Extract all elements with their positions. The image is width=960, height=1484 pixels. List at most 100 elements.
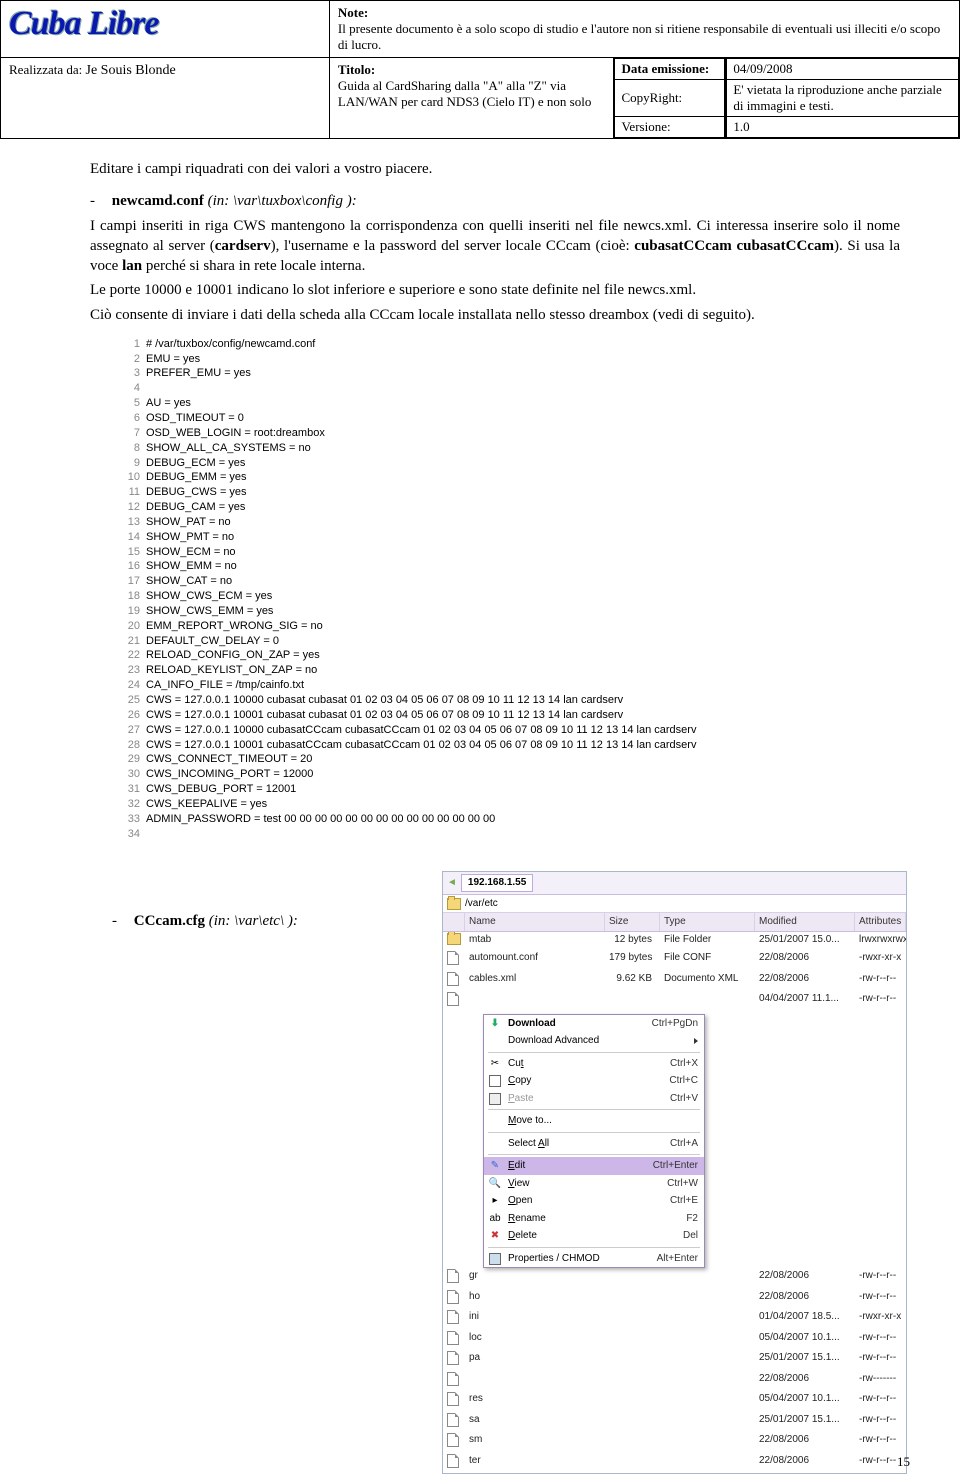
col-size[interactable]: Size xyxy=(605,913,660,931)
file-modified: 22/08/2006 xyxy=(755,1268,855,1289)
menu-shortcut: F2 xyxy=(686,1212,698,1226)
file-size: 9.62 KB xyxy=(605,971,660,992)
file-type: File Folder xyxy=(660,932,755,951)
file-attr: -rw-r--r-- xyxy=(855,1412,906,1433)
file-icon xyxy=(447,1290,459,1304)
menu-item[interactable]: ✂CutCtrl+X xyxy=(484,1055,704,1073)
address-value[interactable]: 192.168.1.55 xyxy=(461,874,533,892)
file-list[interactable]: mtab12 bytesFile Folder25/01/2007 15.0..… xyxy=(443,932,906,1474)
file-modified: 25/01/2007 15.1... xyxy=(755,1350,855,1371)
file-row[interactable]: ter22/08/2006-rw-r--r-- xyxy=(443,1453,906,1474)
file-row[interactable]: 22/08/2006-rw------- xyxy=(443,1371,906,1392)
menu-icon: ✎ xyxy=(488,1159,502,1173)
file-row[interactable]: mtab12 bytesFile Folder25/01/2007 15.0..… xyxy=(443,932,906,951)
col-attributes[interactable]: Attributes xyxy=(855,913,906,931)
data-value: 04/09/2008 xyxy=(733,61,792,76)
menu-shortcut: Ctrl+V xyxy=(670,1092,698,1106)
menu-item[interactable]: Select AllCtrl+A xyxy=(484,1135,704,1153)
file-row[interactable]: ini01/04/2007 18.5...-rwxr-xr-x xyxy=(443,1309,906,1330)
address-bar[interactable]: ◄ 192.168.1.55 xyxy=(443,872,906,895)
menu-item[interactable]: Download Advanced xyxy=(484,1032,704,1050)
file-name: sa xyxy=(465,1412,605,1433)
file-attr: -rwxr-xr-x xyxy=(855,950,906,971)
file-row[interactable]: gr22/08/2006-rw-r--r-- xyxy=(443,1268,906,1289)
col-type[interactable]: Type xyxy=(660,913,755,931)
file-row[interactable]: ho22/08/2006-rw-r--r-- xyxy=(443,1289,906,1310)
col-modified[interactable]: Modified xyxy=(755,913,855,931)
menu-label: Properties / CHMOD xyxy=(508,1252,651,1266)
file-icon xyxy=(447,1351,459,1365)
menu-item[interactable]: CopyCtrl+C xyxy=(484,1072,704,1090)
menu-separator xyxy=(488,1109,700,1110)
menu-shortcut: Ctrl+PgDn xyxy=(652,1017,698,1031)
menu-item[interactable]: 🔍ViewCtrl+W xyxy=(484,1175,704,1193)
file-name xyxy=(465,1371,605,1392)
file-name: mtab xyxy=(465,932,605,951)
file-browser[interactable]: ◄ 192.168.1.55 /var/etc Name Size Type M… xyxy=(442,871,907,1474)
file-list-header[interactable]: Name Size Type Modified Attributes xyxy=(443,913,906,932)
col-icon[interactable] xyxy=(443,913,465,931)
file-type xyxy=(660,1453,755,1474)
file-name: loc xyxy=(465,1330,605,1351)
file-size xyxy=(605,1350,660,1371)
ccam-title: CCcam.cfg xyxy=(134,913,205,929)
file-name: sm xyxy=(465,1432,605,1453)
file-attr: -rwxr-xr-x xyxy=(855,1309,906,1330)
context-menu[interactable]: ⬇ Download Ctrl+PgDnDownload Advanced ✂CutC… xyxy=(483,1014,705,1269)
file-attr: -rw-r--r-- xyxy=(855,1391,906,1412)
file-modified: 05/04/2007 10.1... xyxy=(755,1391,855,1412)
file-attr: -rw------- xyxy=(855,1371,906,1392)
file-row[interactable]: cables.xml9.62 KBDocumento XML22/08/2006… xyxy=(443,971,906,992)
file-row[interactable]: automount.conf179 bytesFile CONF22/08/20… xyxy=(443,950,906,971)
menu-label: Download xyxy=(508,1017,646,1031)
menu-item[interactable]: abRenameF2 xyxy=(484,1210,704,1228)
logo-text: Cuba Libre xyxy=(9,5,159,42)
back-icon[interactable]: ◄ xyxy=(447,876,457,890)
menu-item[interactable]: ▸OpenCtrl+E xyxy=(484,1192,704,1210)
col-name[interactable]: Name xyxy=(465,913,605,931)
file-row[interactable]: 04/04/2007 11.1...-rw-r--r-- xyxy=(443,991,906,1012)
menu-item[interactable]: ⬇ Download Ctrl+PgDn xyxy=(484,1015,704,1033)
file-row[interactable]: sm22/08/2006-rw-r--r-- xyxy=(443,1432,906,1453)
file-modified: 01/04/2007 18.5... xyxy=(755,1309,855,1330)
file-size xyxy=(605,1289,660,1310)
file-icon xyxy=(447,1454,459,1468)
menu-item[interactable]: ✎EditCtrl+Enter xyxy=(484,1157,704,1175)
file-name xyxy=(465,991,605,1012)
file-row[interactable]: res05/04/2007 10.1...-rw-r--r-- xyxy=(443,1391,906,1412)
file-icon xyxy=(447,1269,459,1283)
note-text: Il presente documento è a solo scopo di … xyxy=(338,21,940,52)
file-attr: -rw-r--r-- xyxy=(855,1289,906,1310)
menu-icon: ▸ xyxy=(488,1194,502,1208)
file-size xyxy=(605,1432,660,1453)
menu-item[interactable]: Properties / CHMODAlt+Enter xyxy=(484,1250,704,1268)
menu-label: Move to... xyxy=(508,1114,692,1128)
file-row[interactable]: loc05/04/2007 10.1...-rw-r--r-- xyxy=(443,1330,906,1351)
document-body: Editare i campi riquadrati con dei valor… xyxy=(0,139,960,1484)
file-size xyxy=(605,1330,660,1351)
file-type xyxy=(660,1330,755,1351)
file-icon xyxy=(447,1433,459,1447)
menu-item[interactable]: ✖DeleteDel xyxy=(484,1227,704,1245)
file-size: 179 bytes xyxy=(605,950,660,971)
menu-label: Copy xyxy=(508,1074,663,1088)
file-modified: 04/04/2007 11.1... xyxy=(755,991,855,1012)
para1: I campi inseriti in riga CWS mantengono … xyxy=(90,218,900,275)
menu-icon: ⬇ xyxy=(488,1017,502,1031)
menu-label: Delete xyxy=(508,1229,677,1243)
file-row[interactable]: sa25/01/2007 15.1...-rw-r--r-- xyxy=(443,1412,906,1433)
file-row[interactable]: pa25/01/2007 15.1...-rw-r--r-- xyxy=(443,1350,906,1371)
submenu-arrow-icon xyxy=(694,1038,698,1044)
file-name: gr xyxy=(465,1268,605,1289)
file-type xyxy=(660,1391,755,1412)
path-bar[interactable]: /var/etc xyxy=(443,895,906,914)
menu-icon: ab xyxy=(488,1212,502,1226)
menu-icon xyxy=(488,1093,502,1105)
newcamd-title: newcamd.conf xyxy=(112,193,204,209)
file-size xyxy=(605,1309,660,1330)
file-size xyxy=(605,1453,660,1474)
file-size xyxy=(605,1412,660,1433)
menu-item[interactable]: Move to... xyxy=(484,1112,704,1130)
file-modified: 22/08/2006 xyxy=(755,971,855,992)
menu-label: Open xyxy=(508,1194,664,1208)
